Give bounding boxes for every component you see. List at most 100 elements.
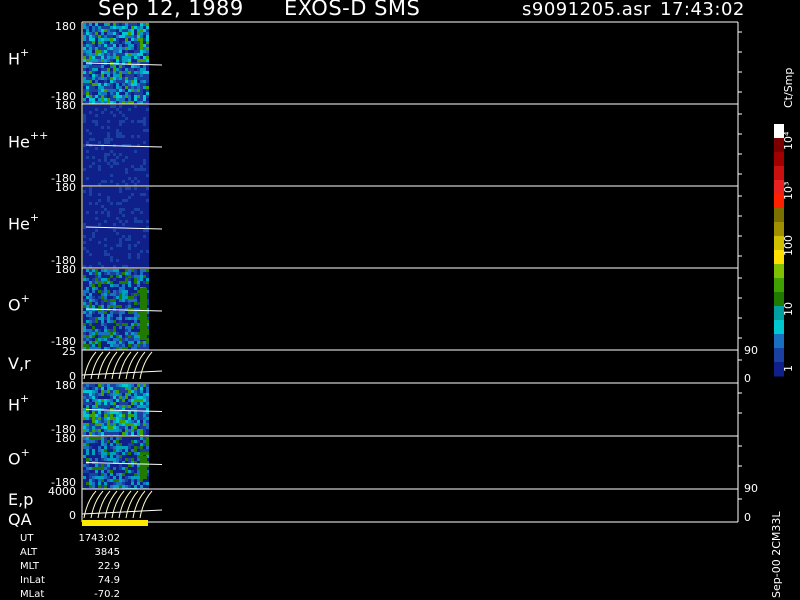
spectrogram-cell-o1	[116, 278, 119, 281]
spectrogram-cell-h1	[116, 89, 119, 92]
spectrogram-cell-h1	[137, 50, 140, 53]
spectrogram-cell-he1	[113, 190, 116, 193]
spectrogram-cell-h1	[146, 26, 149, 29]
spectrogram-cell-o2	[122, 443, 125, 446]
spectrogram-cell-h1	[125, 86, 128, 89]
spectrogram-cell-he1	[131, 259, 134, 262]
spectrogram-cell-he1	[122, 259, 125, 262]
spectrogram-cell-h2	[143, 423, 146, 426]
spectrogram-cell-he2	[131, 114, 134, 117]
spectrogram-cell-he1	[125, 205, 128, 208]
spectrogram-cell-he2	[83, 153, 86, 156]
spectrogram-cell-o2	[137, 440, 140, 443]
spectrogram-cell-he1	[107, 196, 110, 199]
spectrogram-cell-h1	[83, 86, 86, 89]
spectrogram-cell-o1	[83, 290, 86, 293]
spectrogram-cell-he1	[146, 235, 149, 238]
spectrogram-cell-he1	[98, 235, 101, 238]
spectrogram-cell-o2	[101, 446, 104, 449]
info-ut: UT 1743:02	[20, 533, 120, 544]
spectrogram-cell-he2	[92, 165, 95, 168]
spectrogram-cell-he2	[83, 129, 86, 132]
spectrogram-cell-he1	[137, 262, 140, 265]
spectrogram-cell-h1	[92, 47, 95, 50]
spectrogram-cell-h2	[101, 405, 104, 408]
spectrogram-cell-h1	[140, 80, 143, 83]
spectrogram-cell-h2	[86, 414, 89, 417]
spectrogram-cell-o1	[140, 341, 143, 344]
spectrogram-cell-he2	[113, 129, 116, 132]
spectrogram-cell-he2	[104, 132, 107, 135]
spectrogram-cell-h2	[116, 390, 119, 393]
spectrogram-cell-o1	[119, 326, 122, 329]
spectrogram-cell-h2	[128, 414, 131, 417]
spectrogram-cell-o1	[95, 293, 98, 296]
spectrogram-cell-he1	[137, 220, 140, 223]
spectrogram-cell-h1	[95, 80, 98, 83]
colorbar-label-1e4: 10⁴	[782, 131, 795, 150]
spectrogram-cell-he1	[92, 208, 95, 211]
spectrogram-cell-he2	[98, 132, 101, 135]
spectrogram-cell-he2	[143, 108, 146, 111]
spectrogram-cell-h1	[107, 80, 110, 83]
spectrogram-cell-o2	[134, 482, 137, 485]
spectrogram-cell-he2	[122, 132, 125, 135]
spectrogram-cell-h1	[95, 71, 98, 74]
spectrogram-cell-he1	[146, 232, 149, 235]
spectrogram-cell-o1	[137, 272, 140, 275]
spectrogram-cell-he1	[119, 190, 122, 193]
spectrogram-cell-o2	[113, 446, 116, 449]
spectrogram-cell-he1	[101, 244, 104, 247]
spectrogram-cell-he1	[83, 232, 86, 235]
spectrogram-cell-h2	[83, 417, 86, 420]
spectrogram-cell-he1	[86, 214, 89, 217]
spectrogram-cell-h2	[95, 429, 98, 432]
spectrogram-cell-he2	[119, 108, 122, 111]
spectrogram-cell-he1	[101, 193, 104, 196]
spectrogram-cell-o2	[89, 479, 92, 482]
spectrogram-cell-h1	[143, 89, 146, 92]
spectrogram-cell-he1	[137, 253, 140, 256]
spectrogram-cell-o2	[110, 458, 113, 461]
spectrogram-cell-he2	[101, 120, 104, 123]
spectrogram-cell-o1	[131, 290, 134, 293]
spectrogram-cell-he2	[113, 180, 116, 183]
spectrogram-cell-h1	[107, 50, 110, 53]
spectrogram-cell-h1	[125, 95, 128, 98]
spectrogram-cell-h1	[131, 68, 134, 71]
spectrogram-cell-he1	[110, 220, 113, 223]
spectrogram-cell-o2	[125, 446, 128, 449]
spectrogram-cell-he1	[98, 193, 101, 196]
spectrogram-cell-h2	[146, 384, 149, 387]
spectrogram-cell-o1	[83, 332, 86, 335]
spectrogram-cell-o2	[83, 440, 86, 443]
spectrogram-cell-h2	[134, 402, 137, 405]
spectrogram-cell-h2	[140, 396, 143, 399]
spectrogram-cell-h1	[89, 44, 92, 47]
spectrogram-cell-o2	[101, 452, 104, 455]
spectrogram-cell-o1	[98, 320, 101, 323]
spectrogram-cell-he2	[128, 129, 131, 132]
spectrogram-cell-he2	[128, 120, 131, 123]
spectrogram-cell-h2	[116, 414, 119, 417]
spectrogram-cell-he2	[128, 177, 131, 180]
spectrogram-cell-he2	[122, 135, 125, 138]
spectrogram-cell-o1	[125, 305, 128, 308]
spectrogram-cell-he2	[125, 132, 128, 135]
spectrogram-cell-h1	[110, 44, 113, 47]
spectrogram-cell-o1	[104, 290, 107, 293]
spectrogram-cell-o1	[128, 326, 131, 329]
spectrogram-cell-o1	[125, 275, 128, 278]
spectrogram-cell-he1	[143, 220, 146, 223]
spectrogram-cell-he1	[119, 238, 122, 241]
spectrogram-cell-h1	[125, 44, 128, 47]
spectrogram-cell-h1	[125, 41, 128, 44]
spectrogram-cell-o1	[122, 296, 125, 299]
spectrogram-cell-he2	[122, 147, 125, 150]
spectrogram-cell-o1	[92, 332, 95, 335]
spectrogram-cell-he1	[131, 250, 134, 253]
spectrogram-cell-o1	[116, 272, 119, 275]
info-inlat: InLat 74.9	[20, 575, 120, 586]
spectrogram-cell-he2	[101, 105, 104, 108]
spectrogram-cell-o1	[131, 284, 134, 287]
